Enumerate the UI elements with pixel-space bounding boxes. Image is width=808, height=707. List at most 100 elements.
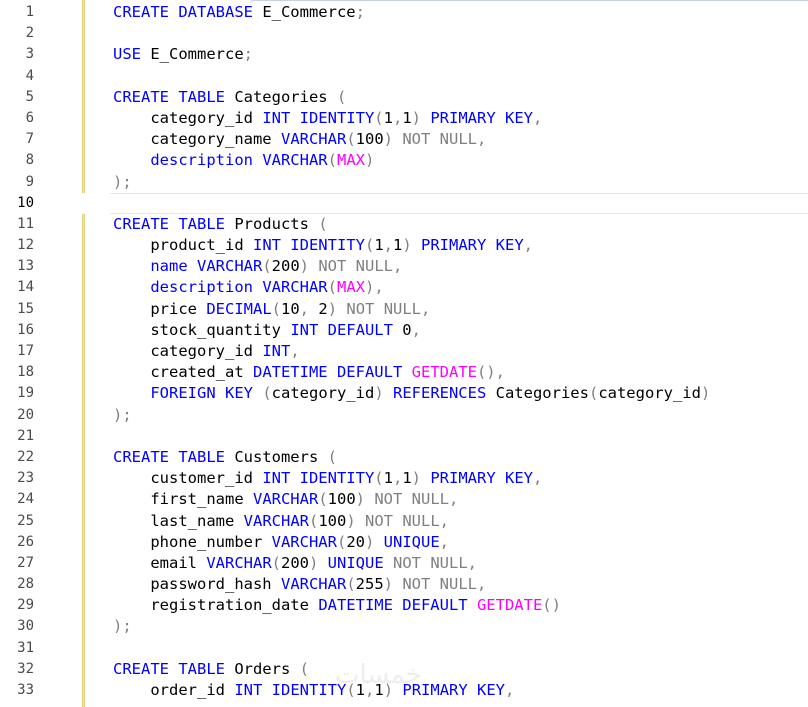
code-lines[interactable]: 1 CREATE DATABASE E_Commerce; 2 3 USE E_Comm… — [0, 2, 808, 701]
code-text: email VARCHAR(200) UNIQUE NOT NULL, — [113, 553, 477, 574]
code-token: INT — [262, 342, 291, 360]
line-number: 29 — [17, 597, 34, 614]
code-line[interactable]: 24 first_name VARCHAR(100) NOT NULL, — [0, 489, 808, 510]
code-token: , — [523, 236, 534, 255]
code-line[interactable]: 12 product_id INT IDENTITY(1,1) PRIMARY … — [0, 235, 808, 256]
code-line[interactable]: 23 customer_id INT IDENTITY(1,1) PRIMARY… — [0, 468, 808, 489]
code-line[interactable]: 16 stock_quantity INT DEFAULT 0, — [0, 320, 808, 341]
code-token: , — [533, 469, 543, 488]
code-token: ( — [327, 447, 337, 466]
code-token: CREATE TABLE — [113, 659, 225, 678]
code-line[interactable]: 4 — [0, 66, 808, 87]
code-line[interactable]: 13 name VARCHAR(200) NOT NULL, — [0, 256, 808, 277]
code-token: description — [113, 151, 263, 170]
code-line[interactable]: 14 description VARCHAR(MAX), — [0, 277, 808, 298]
code-token: ( — [346, 681, 356, 699]
code-line[interactable]: 7 category_name VARCHAR(100) NOT NULL, — [0, 129, 808, 150]
code-text: category_name VARCHAR(100) NOT NULL, — [113, 129, 486, 150]
code-token: CREATE DATABASE — [113, 3, 253, 21]
code-token: CREATE TABLE — [113, 214, 225, 233]
code-line[interactable]: 30); — [0, 616, 808, 637]
code-token: 100 — [318, 511, 347, 530]
code-line[interactable]: 19 FOREIGN KEY (category_id) REFERENCES … — [0, 383, 808, 404]
code-token: MAX — [336, 278, 365, 297]
code-line[interactable]: 33 order_id INT IDENTITY(1,1) PRIMARY KE… — [0, 680, 808, 701]
code-line[interactable]: 17 category_id INT, — [0, 341, 808, 362]
code-line[interactable]: 11 CREATE TABLE Products ( — [0, 214, 808, 235]
line-number: 19 — [17, 385, 34, 402]
code-token: ) — [299, 257, 310, 276]
code-token: created_at — [113, 363, 253, 382]
line-number: 8 — [25, 152, 34, 169]
code-line[interactable]: 21 — [0, 426, 808, 447]
code-token: ( — [346, 130, 356, 149]
line-number: 16 — [17, 321, 34, 338]
code-token: ); — [113, 405, 132, 424]
code-text: registration_date DATETIME DEFAULT GETDA… — [113, 595, 561, 616]
code-token: VARCHAR — [280, 575, 347, 594]
code-token: , — [439, 532, 449, 551]
code-token: REFERENCES — [383, 384, 487, 403]
code-line[interactable]: 5 CREATE TABLE Categories ( — [0, 87, 808, 108]
code-token: NOT NULL, — [393, 130, 487, 149]
code-token: ; — [355, 3, 365, 21]
code-text: CREATE DATABASE E_Commerce; — [113, 2, 365, 23]
code-text: description VARCHAR(MAX), — [113, 277, 383, 298]
code-line[interactable]: 15 price DECIMAL(10, 2) NOT NULL, — [0, 299, 808, 320]
code-token: ( — [252, 384, 272, 403]
line-number: 33 — [17, 682, 34, 698]
code-line[interactable]: 25 last_name VARCHAR(100) NOT NULL, — [0, 511, 808, 532]
code-line[interactable]: 8 description VARCHAR(MAX) — [0, 150, 808, 171]
code-token: first_name — [113, 490, 253, 509]
code-line[interactable]: 22 CREATE TABLE Customers ( — [0, 447, 808, 468]
line-number: 31 — [17, 639, 34, 656]
code-text: FOREIGN KEY (category_id) REFERENCES Cat… — [113, 383, 710, 404]
line-number: 6 — [25, 109, 34, 126]
code-token: Categories — [486, 384, 589, 403]
code-token: ) — [374, 384, 384, 403]
code-line[interactable]: 32 CREATE TABLE Orders ( — [0, 659, 808, 680]
code-text: price DECIMAL(10, 2) NOT NULL, — [113, 299, 430, 320]
code-token: ( — [262, 257, 272, 276]
code-line[interactable]: 27 email VARCHAR(200) UNIQUE NOT NULL, — [0, 553, 808, 574]
code-line[interactable]: 28 password_hash VARCHAR(255) NOT NULL, — [0, 574, 808, 595]
code-token: DATETIME DEFAULT — [318, 596, 468, 615]
code-text: description VARCHAR(MAX) — [113, 150, 374, 171]
line-number: 30 — [17, 618, 34, 635]
line-number: 24 — [17, 491, 34, 508]
code-token: VARCHAR — [206, 553, 272, 572]
code-token: ) — [327, 299, 338, 318]
code-token: category_id — [598, 384, 701, 403]
line-number: 26 — [17, 533, 34, 550]
code-token: category_name — [113, 130, 281, 149]
code-line[interactable]: 2 — [0, 23, 808, 44]
code-token: name — [113, 257, 197, 276]
code-line[interactable]: 10 — [0, 192, 808, 215]
code-token: USE — [113, 45, 141, 64]
code-token: 1 — [383, 469, 393, 488]
line-number: 20 — [17, 406, 34, 423]
code-editor[interactable]: 1 CREATE DATABASE E_Commerce; 2 3 USE E_Comm… — [0, 0, 808, 707]
line-number: 7 — [25, 131, 34, 148]
code-line[interactable]: 6 category_id INT IDENTITY(1,1) PRIMARY … — [0, 108, 808, 129]
code-line[interactable]: 1 CREATE DATABASE E_Commerce; — [0, 2, 808, 23]
code-token: ) — [383, 681, 394, 699]
code-line[interactable]: 31 — [0, 638, 808, 659]
code-line[interactable]: 26 phone_number VARCHAR(20) UNIQUE, — [0, 532, 808, 553]
code-token: INT IDENTITY — [262, 469, 375, 488]
code-token: VARCHAR — [280, 130, 347, 149]
code-token: NOT NULL, — [365, 490, 459, 509]
code-token: , — [411, 320, 421, 339]
code-line[interactable]: 29 registration_date DATETIME DEFAULT GE… — [0, 595, 808, 616]
code-token: UNIQUE — [318, 553, 384, 572]
code-token: 2 — [318, 299, 328, 318]
code-token: ) — [309, 553, 319, 572]
code-line[interactable]: 18 created_at DATETIME DEFAULT GETDATE()… — [0, 362, 808, 383]
code-token: E_Commerce — [252, 3, 356, 21]
code-token: VARCHAR — [243, 511, 309, 530]
code-token: ); — [113, 617, 132, 636]
code-token: Products — [224, 214, 319, 233]
code-line[interactable]: 9); — [0, 172, 808, 193]
code-line[interactable]: 20); — [0, 405, 808, 426]
code-line[interactable]: 3 USE E_Commerce; — [0, 44, 808, 65]
